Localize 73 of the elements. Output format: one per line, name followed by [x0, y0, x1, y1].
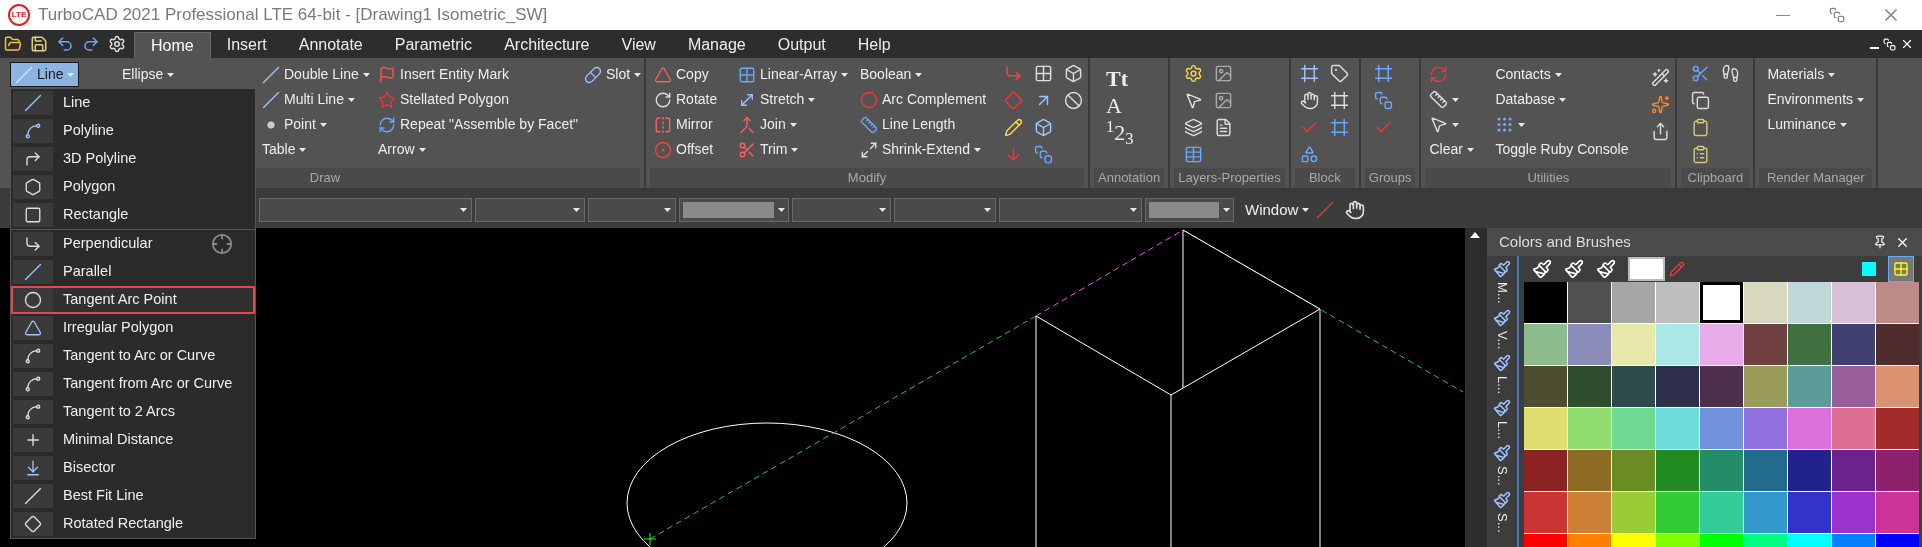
ribbon-button[interactable]: Toggle Ruby Console	[1491, 137, 1633, 162]
ribbon-button[interactable]: Shrink-Extend	[856, 137, 985, 162]
ribbon-button[interactable]: Stretch	[734, 87, 820, 112]
menu-item[interactable]: Best Fit Line	[11, 482, 255, 510]
menu-item[interactable]: Bisector	[11, 454, 255, 482]
menu-tab[interactable]: Insert	[210, 32, 283, 58]
panel-title: Colors and Brushes	[1499, 231, 1631, 252]
ribbon-button[interactable]: Boolean	[856, 62, 927, 87]
ribbon-button[interactable]: Copy	[650, 62, 713, 87]
ribbon-button[interactable]: Double Line	[258, 62, 374, 87]
menu-item[interactable]: Rotated Rectangle	[11, 510, 255, 538]
side-tab[interactable]: M...	[1493, 260, 1511, 304]
ribbon-button[interactable]: Join	[734, 112, 801, 137]
ribbon-button[interactable]: Database	[1491, 87, 1571, 112]
ribbon-button[interactable]: Line Length	[856, 112, 960, 137]
ribbon-button[interactable]: Mirror	[650, 112, 717, 137]
text-style-button[interactable]: A	[1106, 89, 1153, 114]
menu-tab[interactable]: Home	[134, 32, 211, 58]
menu-tab[interactable]: Output	[761, 32, 842, 58]
ribbon-button[interactable]: Repeat "Assemble by Facet"	[374, 112, 583, 137]
app-logo: LTE	[8, 4, 30, 26]
menu-item[interactable]: Rectangle	[11, 201, 255, 229]
window-button[interactable]: Window	[1245, 198, 1310, 222]
menu-item[interactable]: Tangent to 2 Arcs	[11, 398, 255, 426]
ribbon-button[interactable]: Clear	[1425, 137, 1478, 162]
ribbon-button[interactable]: Point	[258, 112, 331, 137]
ribbon-button[interactable]: Arc Complement	[856, 87, 991, 112]
group-label: Modify	[650, 168, 1084, 188]
ribbon-button[interactable]: Table	[258, 137, 311, 162]
menu-item[interactable]: Irregular Polygon	[11, 314, 255, 342]
group-label: Clipboard	[1681, 168, 1750, 188]
ribbon-button[interactable]: Multi Line	[258, 87, 359, 112]
menu-tab[interactable]: Architecture	[488, 32, 606, 58]
ribbon-button[interactable]: Offset	[650, 137, 718, 162]
group-label: Layers-Properties	[1174, 168, 1285, 188]
group-label: Annotation	[1094, 168, 1165, 188]
menu-item[interactable]: Tangent to Arc or Curve	[11, 342, 255, 370]
side-tab[interactable]: V...	[1493, 308, 1511, 349]
ribbon-button[interactable]: Rotate	[650, 87, 722, 112]
menu-tab[interactable]: Help	[841, 32, 907, 58]
menu-tab[interactable]: Parametric	[378, 32, 489, 58]
ribbon-button[interactable]: Slot	[580, 62, 646, 87]
ribbon-button[interactable]: Ellipse	[118, 62, 179, 87]
ribbon-button[interactable]: Environments	[1763, 87, 1868, 112]
menu-item[interactable]: Perpendicular	[11, 230, 255, 258]
ribbon-button[interactable]: Line	[10, 62, 80, 87]
menu-item[interactable]: Tangent Arc Point	[11, 286, 255, 314]
group-label: Render Manager	[1759, 168, 1872, 188]
group-label: Groups	[1364, 168, 1416, 188]
group-label: Block	[1294, 168, 1355, 188]
side-tab[interactable]: S...	[1493, 444, 1511, 486]
menu-item[interactable]: Line	[11, 89, 255, 117]
ribbon-button[interactable]: Insert Entity Mark	[374, 62, 513, 87]
menu-item[interactable]: Parallel	[11, 258, 255, 286]
menu-tab[interactable]: Manage	[671, 32, 762, 58]
ribbon-button[interactable]: Arrow	[374, 137, 430, 162]
text-style-button[interactable]: Tt	[1106, 62, 1153, 87]
ribbon-button[interactable]: Trim	[734, 137, 803, 162]
ribbon-button[interactable]: Linear-Array	[734, 62, 853, 87]
ribbon-button[interactable]: Stellated Polygon	[374, 87, 513, 112]
window-title: TurboCAD 2021 Professional LTE 64-bit - [Drawing1 Isometric_SW]	[38, 4, 548, 27]
side-tab[interactable]: L...	[1493, 399, 1511, 440]
menu-item[interactable]: Tangent from Arc or Curve	[11, 370, 255, 398]
ribbon-button[interactable]: Luminance	[1763, 112, 1851, 137]
menu-tab[interactable]: Annotate	[282, 32, 379, 58]
menu-tab[interactable]: View	[605, 32, 672, 58]
group-label: Utilities	[1425, 168, 1672, 188]
menu-item[interactable]: Polyline	[11, 117, 255, 145]
menu-item[interactable]: Minimal Distance	[11, 426, 255, 454]
ribbon-button[interactable]: Materials	[1763, 62, 1840, 87]
side-tab[interactable]: L...	[1493, 354, 1511, 395]
ribbon-button[interactable]: Contacts	[1491, 62, 1566, 87]
side-tab[interactable]: S...	[1493, 490, 1511, 533]
